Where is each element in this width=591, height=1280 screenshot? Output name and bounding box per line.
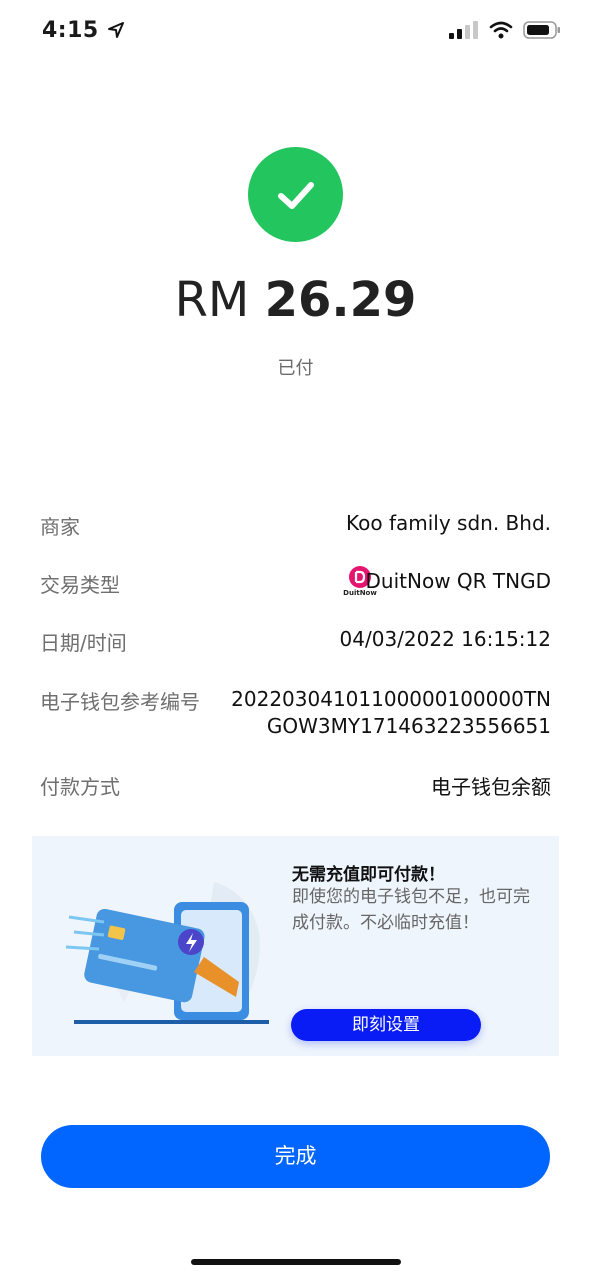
location-arrow-icon bbox=[107, 22, 124, 38]
amount-value: 26.29 bbox=[264, 272, 417, 328]
datetime-label: 日期/时间 bbox=[40, 631, 127, 655]
promo-title: 无需充值即可付款！ bbox=[292, 865, 445, 885]
home-indicator[interactable] bbox=[191, 1259, 401, 1265]
transaction-type-value: DuitNow QR TNGD bbox=[365, 569, 551, 593]
currency-label: RM bbox=[174, 272, 250, 328]
promo-description: 即使您的电子钱包不足，也可完成付款。不必临时充值！ bbox=[292, 887, 530, 933]
payment-amount: RM 26.29 bbox=[0, 272, 591, 328]
status-time: 4:15 bbox=[42, 18, 125, 43]
battery-icon bbox=[523, 21, 560, 39]
merchant-value: Koo family sdn. Bhd. bbox=[346, 511, 551, 535]
wifi-icon bbox=[489, 21, 513, 39]
setup-now-button[interactable]: 即刻设置 bbox=[291, 1009, 481, 1041]
reference-label: 电子钱包参考编号 bbox=[40, 690, 200, 714]
card-payment-illustration bbox=[65, 882, 269, 1024]
done-button[interactable]: 完成 bbox=[41, 1125, 550, 1188]
status-icons bbox=[449, 20, 561, 40]
transaction-type-label: 交易类型 bbox=[40, 573, 120, 597]
datetime-value: 04/03/2022 16:15:12 bbox=[339, 627, 551, 651]
payment-status: 已付 bbox=[277, 358, 314, 379]
payment-method-value: 电子钱包余额 bbox=[431, 775, 551, 799]
merchant-label: 商家 bbox=[40, 515, 80, 539]
payment-method-label: 付款方式 bbox=[40, 775, 120, 799]
signal-icon bbox=[449, 21, 478, 39]
reference-value: 20220304101100000100000TNGOW3MY171463223… bbox=[231, 687, 551, 738]
success-check-icon bbox=[248, 147, 343, 242]
